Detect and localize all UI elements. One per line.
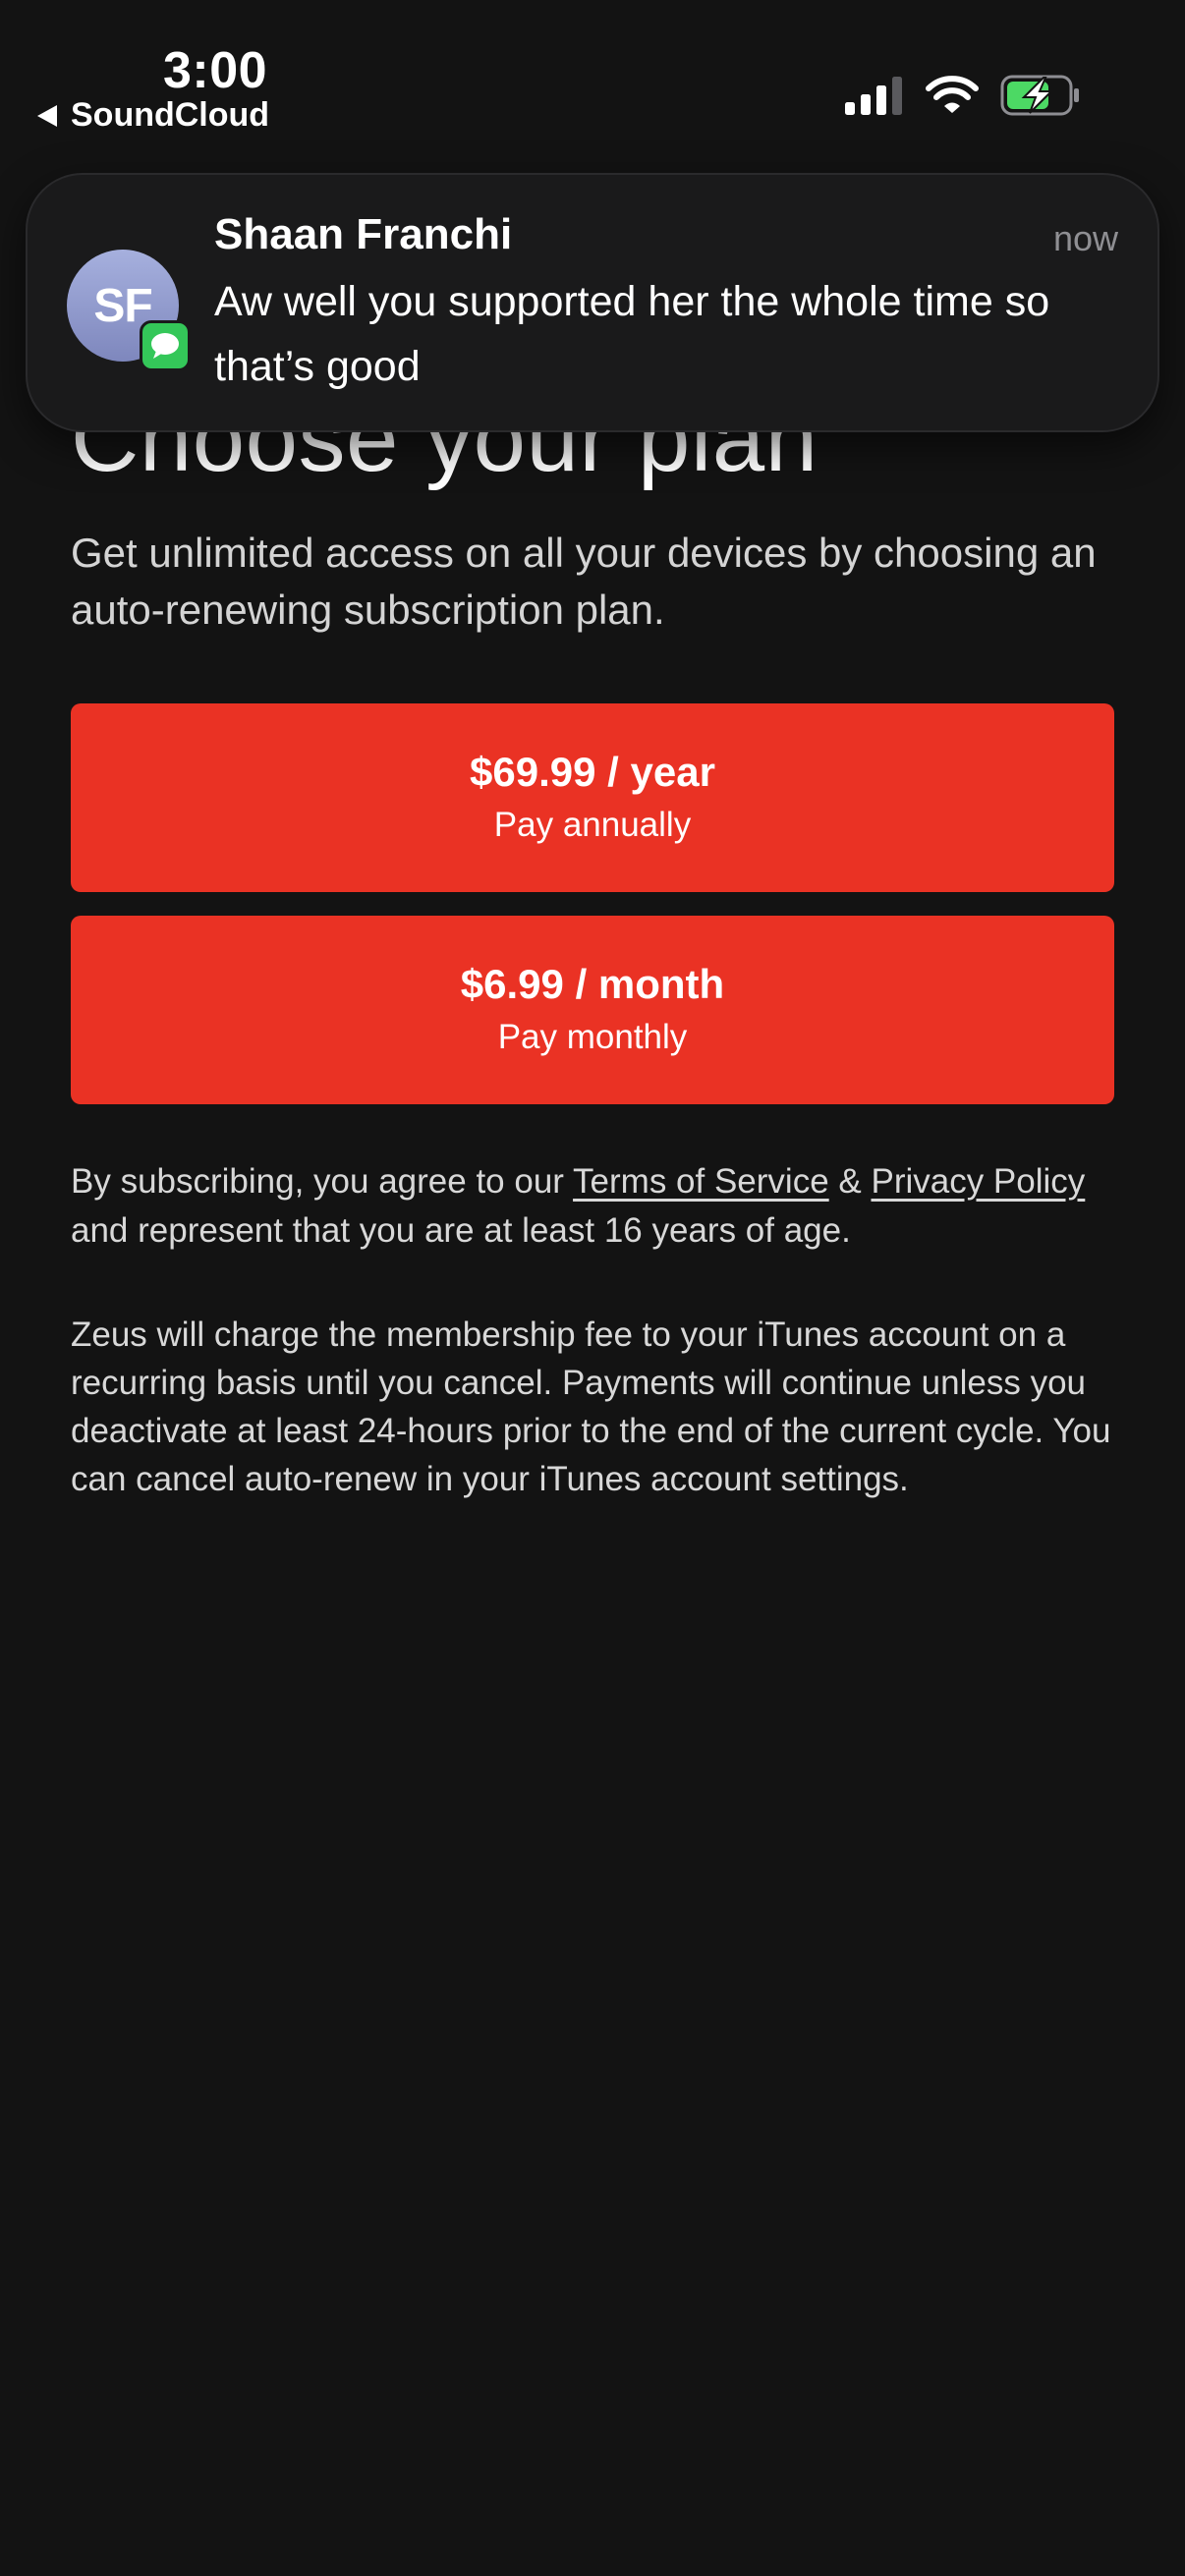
legal-agreement-text: By subscribing, you agree to our Terms o… bbox=[71, 1157, 1132, 1256]
annual-plan-price: $69.99 / year bbox=[470, 749, 715, 795]
monthly-plan-note: Pay monthly bbox=[497, 1018, 688, 1056]
message-notification-banner[interactable]: SF Shaan Franchi now Aw well you support… bbox=[26, 173, 1159, 432]
legal-ampersand: & bbox=[828, 1162, 872, 1201]
status-bar: 3:00 SoundCloud bbox=[0, 0, 1185, 147]
wifi-icon bbox=[926, 76, 979, 113]
messages-app-icon bbox=[140, 320, 191, 371]
legal-prefix: By subscribing, you agree to our bbox=[71, 1162, 574, 1201]
back-triangle-icon bbox=[37, 104, 57, 127]
cellular-signal-icon bbox=[845, 77, 902, 115]
monthly-plan-price: $6.99 / month bbox=[460, 961, 725, 1007]
notification-sender: Shaan Franchi bbox=[214, 210, 513, 258]
speech-bubble-icon bbox=[151, 333, 179, 359]
billing-disclosure-text: Zeus will charge the membership fee to y… bbox=[71, 1316, 1111, 1498]
privacy-policy-link[interactable]: Privacy Policy bbox=[871, 1162, 1085, 1201]
battery-charging-icon bbox=[1000, 75, 1079, 116]
terms-of-service-link[interactable]: Terms of Service bbox=[573, 1162, 829, 1201]
back-label: SoundCloud bbox=[71, 96, 270, 134]
annual-plan-note: Pay annually bbox=[493, 806, 692, 844]
status-icons bbox=[845, 75, 1081, 116]
monthly-plan-button[interactable]: $6.99 / month Pay monthly bbox=[71, 916, 1114, 1104]
notification-time: now bbox=[1052, 218, 1118, 258]
legal-suffix: and represent that you are at least 16 y… bbox=[71, 1211, 851, 1250]
notification-message: Aw well you supported her the whole time… bbox=[214, 278, 1050, 390]
page-subtitle: Get unlimited access on all your devices… bbox=[71, 530, 1097, 633]
status-time: 3:00 bbox=[163, 42, 268, 99]
annual-plan-button[interactable]: $69.99 / year Pay annually bbox=[71, 703, 1114, 892]
back-to-soundcloud-button[interactable]: SoundCloud bbox=[35, 96, 269, 135]
